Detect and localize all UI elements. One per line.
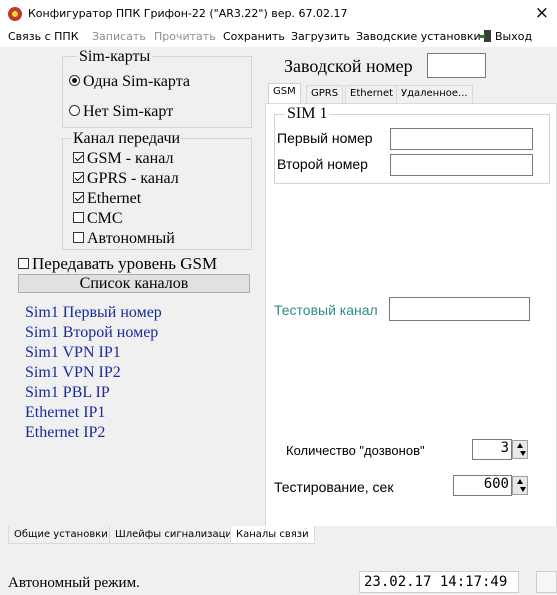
factory-number-label: Заводской номер (284, 56, 413, 76)
menu-item-exit-label: Выход (495, 30, 533, 43)
channel-sim1-pbl-ip[interactable]: Sim1 PBL IP (25, 384, 110, 402)
menu-item-connect[interactable]: Связь с ППК (8, 30, 79, 43)
radio-no-sim[interactable]: Нет Sim-карт (69, 103, 173, 121)
exit-door-icon (479, 30, 492, 42)
dial-count-label: Количество "дозвонов" (286, 443, 425, 458)
radio-one-sim[interactable]: Одна Sim-карта (69, 73, 190, 91)
radio-one-sim-label: Одна Sim-карта (83, 73, 190, 90)
gsm-tab-panel: SIM 1 Первый номер Второй номер Тестовый… (265, 103, 557, 543)
window-title: Конфигуратор ППК Грифон-22 ("AR3.22") ве… (28, 7, 348, 20)
first-number-label: Первый номер (277, 130, 373, 146)
first-number-input[interactable] (390, 128, 533, 150)
channel-sim1-vpn-ip2[interactable]: Sim1 VPN IP2 (25, 364, 121, 382)
check-gprs-channel-box[interactable] (73, 172, 84, 183)
check-autonomous-label: Автономный (87, 230, 175, 247)
channels-list-button[interactable]: Список каналов (18, 274, 250, 293)
sim1-group-title: SIM 1 (285, 105, 330, 122)
sim-cards-title: Sim-карты (77, 48, 153, 65)
menu-item-save[interactable]: Сохранить (223, 30, 285, 43)
channel-sim1-second-number[interactable]: Sim1 Второй номер (25, 324, 158, 342)
channel-sim1-vpn-ip1[interactable]: Sim1 VPN IP1 (25, 344, 121, 362)
factory-number-input[interactable] (427, 53, 486, 78)
channel-group: Канал передачи GSM - канал GPRS - канал … (62, 130, 252, 250)
tab-gprs[interactable]: GPRS (306, 85, 344, 103)
tab-general-settings[interactable]: Общие установки (8, 526, 114, 544)
main-area: Sim-карты Одна Sim-карта Нет Sim-карт Ка… (0, 47, 557, 572)
check-gsm-channel-box[interactable] (73, 152, 84, 163)
check-gsm-level-label: Передавать уровень GSM (32, 254, 218, 273)
status-text: Автономный режим. (8, 575, 140, 591)
menu-item-write[interactable]: Записать (92, 30, 146, 43)
check-sms-label: СМС (87, 210, 123, 227)
check-gsm-channel-label: GSM - канал (87, 150, 174, 167)
check-sms[interactable]: СМС (73, 210, 123, 228)
sim1-group: SIM 1 Первый номер Второй номер (274, 106, 550, 184)
sim-cards-group: Sim-карты Одна Sim-карта Нет Sim-карт (62, 48, 252, 128)
test-channel-input[interactable] (389, 297, 530, 321)
menu-bar: Связь с ППК Записать Прочитать Сохранить… (0, 27, 557, 47)
radio-no-sim-indicator[interactable] (69, 105, 80, 116)
close-icon[interactable]: × (535, 3, 549, 23)
check-gsm-channel[interactable]: GSM - канал (73, 150, 173, 168)
second-number-input[interactable] (390, 154, 533, 176)
check-gprs-channel-label: GPRS - канал (87, 170, 179, 187)
title-bar: Конфигуратор ППК Грифон-22 ("AR3.22") ве… (0, 0, 557, 27)
dial-count-spin-icon[interactable] (512, 440, 528, 459)
channel-ethernet-ip2[interactable]: Ethernet IP2 (25, 424, 105, 442)
check-ethernet[interactable]: Ethernet (73, 190, 141, 208)
check-autonomous-box[interactable] (73, 232, 84, 243)
test-period-label: Тестирование, сек (274, 479, 394, 495)
tab-alarm-loops[interactable]: Шлейфы сигнализации (109, 526, 245, 544)
status-bar: Автономный режим. 23.02.17 14:17:49 (0, 570, 557, 595)
radio-no-sim-label: Нет Sim-карт (83, 103, 174, 120)
tab-communication-channels[interactable]: Каналы связи (230, 526, 315, 544)
check-ethernet-label: Ethernet (87, 190, 142, 207)
status-datetime: 23.02.17 14:17:49 (359, 571, 519, 593)
tab-remote[interactable]: Удаленное... (396, 85, 473, 103)
tab-gsm[interactable]: GSM (268, 83, 301, 103)
test-period-spin-icon[interactable] (512, 476, 528, 495)
menu-item-factory-settings[interactable]: Заводские установки (356, 30, 481, 43)
channel-sim1-first-number[interactable]: Sim1 Первый номер (25, 304, 162, 322)
second-number-label: Второй номер (277, 156, 368, 172)
check-gprs-channel[interactable]: GPRS - канал (73, 170, 179, 188)
check-gsm-level-box[interactable] (18, 258, 29, 269)
bottom-tab-strip: Общие установки Шлейфы сигнализации Кана… (0, 526, 557, 545)
test-channel-label: Тестовый канал (274, 302, 378, 318)
check-ethernet-box[interactable] (73, 192, 84, 203)
menu-item-exit[interactable]: Выход (479, 30, 532, 43)
dial-count-input[interactable]: 3 (472, 439, 512, 460)
channel-ethernet-ip1[interactable]: Ethernet IP1 (25, 404, 105, 422)
test-period-input[interactable]: 600 (453, 475, 512, 496)
check-gsm-level[interactable]: Передавать уровень GSM (18, 255, 217, 273)
check-autonomous[interactable]: Автономный (73, 230, 175, 248)
channel-title: Канал передачи (71, 130, 183, 147)
radio-one-sim-indicator[interactable] (69, 75, 80, 86)
menu-item-load[interactable]: Загрузить (291, 30, 350, 43)
menu-item-read[interactable]: Прочитать (154, 30, 216, 43)
app-logo-icon (8, 7, 22, 21)
tab-ethernet[interactable]: Ethernet (345, 85, 399, 103)
check-sms-box[interactable] (73, 212, 84, 223)
status-bar-panel (536, 571, 557, 593)
